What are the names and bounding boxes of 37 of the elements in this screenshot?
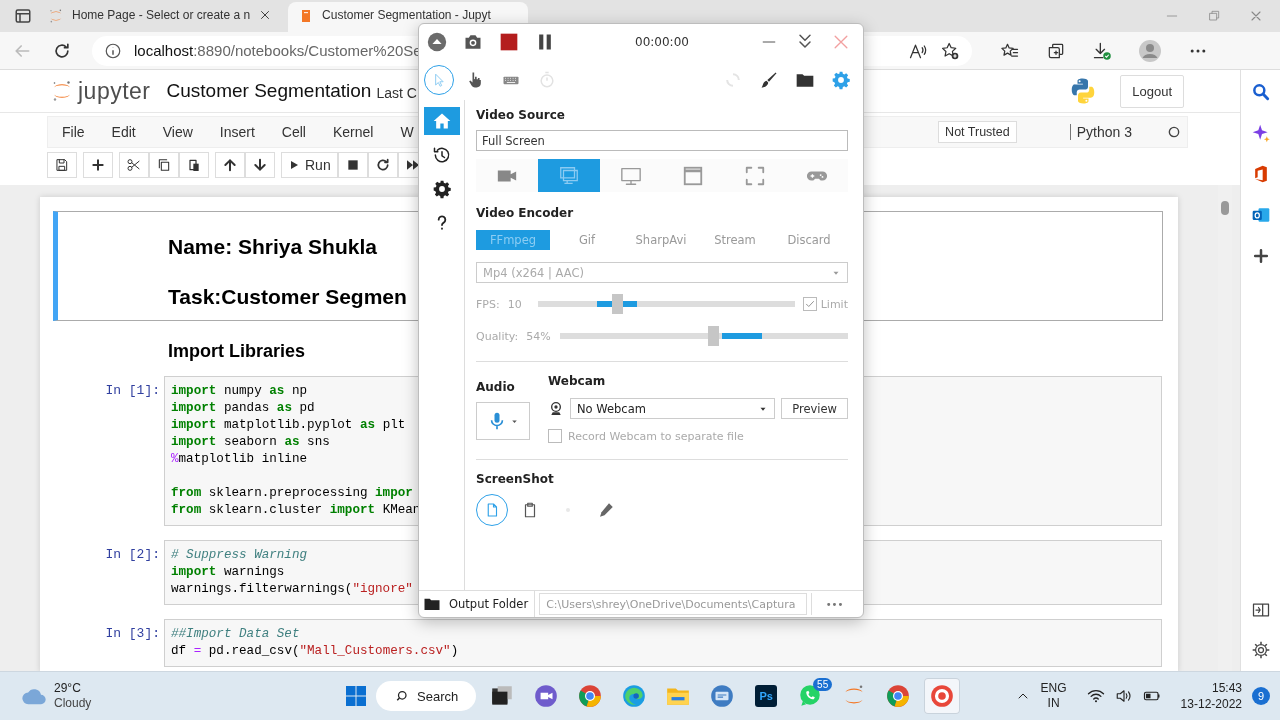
limit-label: Limit (820, 297, 848, 311)
url-text: localhost:8890/notebooks/Customer%20Se (134, 42, 422, 59)
section-label: Audio (476, 380, 515, 396)
weather-condition: Cloudy (54, 696, 92, 711)
code-line: df = pd.read_csv("Mall_Customers.csv") (171, 643, 459, 660)
checkbox-label: Record Webcam to separate file (568, 429, 744, 443)
output-folder-label: Output Folder (449, 597, 529, 611)
badge: 55 (813, 678, 833, 691)
code-line: from sklearn.preprocessing impor (171, 485, 413, 502)
app-logo: Ps (755, 685, 778, 707)
heading: Task:Customer Segmen (168, 284, 407, 310)
code-line: ##Import Data Set (171, 626, 300, 643)
section-label: Webcam (548, 374, 606, 390)
code-line: warnings.filterwarnings("ignore" (171, 581, 413, 598)
quality-label: Quality: (476, 329, 519, 343)
code-line: import matplotlib.pyplot as plt (171, 417, 406, 434)
timer: 00:00:00 (635, 35, 689, 49)
code-line: # Suppress Warning (171, 547, 308, 564)
code-line: import pandas as pd (171, 400, 315, 417)
code-line: import warnings (171, 564, 285, 581)
cell-prompt: In [2]: (104, 546, 161, 564)
heading: Import Libraries (168, 340, 306, 363)
code-line: import numpy as np (171, 383, 308, 400)
code-line: import seaborn as sns (171, 434, 330, 451)
temperature: 29°C (54, 681, 82, 696)
cell-prompt: In [3]: (104, 625, 161, 643)
code-line: %matplotlib inline (171, 451, 308, 468)
section-label: ScreenShot (476, 472, 554, 486)
quality-value: 54% (526, 329, 552, 343)
section-label: Video Source (476, 108, 565, 122)
heading: Name: Shriya Shukla (168, 234, 377, 260)
logo-text: jupyter (78, 77, 151, 105)
section-label: Video Encoder (476, 206, 574, 220)
cell-prompt: In [1]: (104, 382, 161, 400)
fps-label: FPS: (476, 297, 500, 311)
checkpoint-text: Last C (376, 84, 417, 101)
fps-value: 10 (507, 297, 523, 311)
